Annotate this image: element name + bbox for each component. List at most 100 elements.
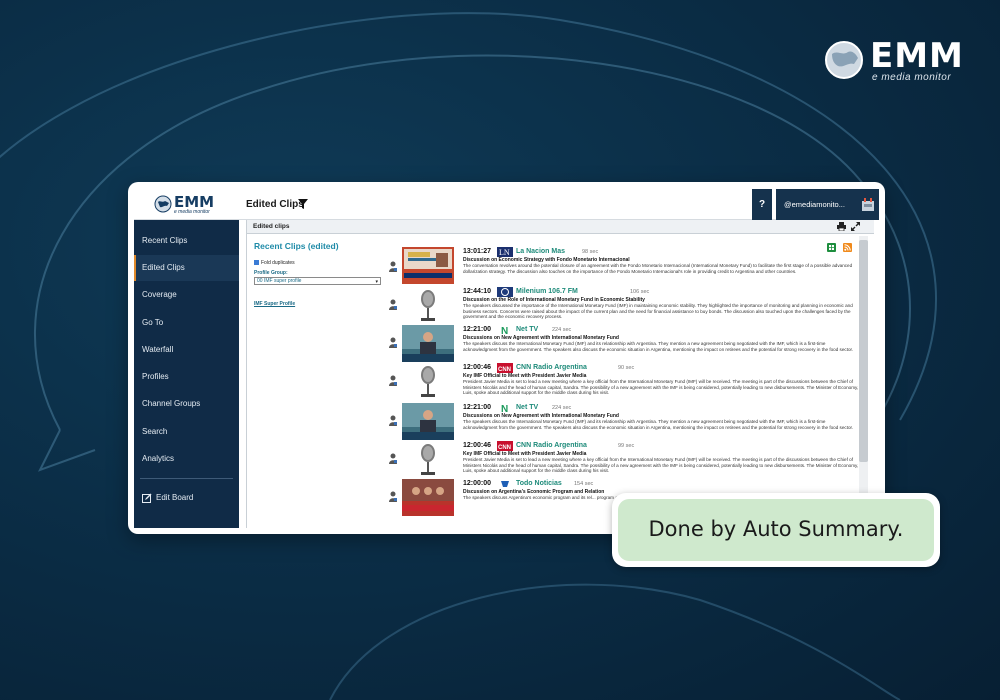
channel-logo-icon bbox=[497, 287, 513, 297]
brand-wordmark: EMM bbox=[870, 36, 964, 76]
sidebar-item-search[interactable]: Search bbox=[134, 419, 239, 445]
clip-row[interactable]: 13:01:27 LN La Nacion Mas 98 sec Discuss… bbox=[384, 247, 862, 287]
person-icon[interactable] bbox=[388, 375, 398, 386]
help-button[interactable]: ? bbox=[752, 189, 772, 220]
sidebar-item-waterfall[interactable]: Waterfall bbox=[134, 337, 239, 363]
clip-time: 12:21:00 bbox=[463, 326, 492, 333]
sidebar-item-channel-groups[interactable]: Channel Groups bbox=[134, 391, 239, 417]
profile-group-select[interactable]: 00 IMF super profile ▾ bbox=[254, 277, 381, 285]
page-title: Edited Clips bbox=[246, 199, 304, 210]
clip-thumbnail[interactable] bbox=[402, 247, 454, 284]
clip-summary: The speakers discussed the importance of… bbox=[463, 303, 853, 320]
channel-logo-icon: CNN bbox=[497, 441, 513, 451]
clip-thumbnail[interactable] bbox=[402, 325, 454, 362]
person-icon[interactable] bbox=[388, 299, 398, 310]
clip-row[interactable]: 12:21:00 N Net TV 224 sec Discussions on… bbox=[384, 325, 862, 365]
clip-duration: 98 sec bbox=[582, 249, 599, 255]
clip-thumbnail[interactable] bbox=[402, 479, 454, 516]
person-icon[interactable] bbox=[388, 453, 398, 464]
edited-clips-panel: Edited clips Recent Clips (edited) Fold … bbox=[246, 220, 874, 528]
globe-icon bbox=[154, 195, 172, 213]
panel-title: Edited clips bbox=[253, 223, 290, 230]
sidebar-divider bbox=[140, 478, 233, 479]
app-logo[interactable]: EMM e media monitor bbox=[154, 193, 218, 217]
person-icon[interactable] bbox=[388, 261, 398, 272]
sidebar-item-profiles[interactable]: Profiles bbox=[134, 364, 239, 390]
fold-duplicates-checkbox[interactable]: Fold duplicates bbox=[254, 260, 295, 266]
clip-channel[interactable]: Net TV bbox=[516, 404, 538, 411]
clip-summary: President Javier Media is set to lead a … bbox=[463, 379, 859, 396]
clip-duration: 224 sec bbox=[552, 405, 572, 411]
user-name: @emediamonito... bbox=[784, 200, 845, 209]
person-icon[interactable] bbox=[388, 491, 398, 502]
brand-logo: EMM e media monitor bbox=[824, 36, 964, 86]
user-avatar-icon bbox=[862, 198, 874, 211]
clip-row[interactable]: 12:00:46 CNN CNN Radio Argentina 99 sec … bbox=[384, 441, 862, 481]
channel-logo-icon: CNN bbox=[497, 363, 513, 373]
svg-text:N: N bbox=[501, 326, 508, 335]
print-icon[interactable] bbox=[837, 222, 846, 231]
clip-channel[interactable]: Net TV bbox=[516, 326, 538, 333]
clip-duration: 90 sec bbox=[618, 365, 635, 371]
filter-icon[interactable] bbox=[298, 199, 308, 209]
svg-text:LN: LN bbox=[499, 248, 510, 257]
edit-board-label: Edit Board bbox=[156, 493, 194, 502]
clip-time: 12:44:10 bbox=[463, 288, 492, 295]
edit-icon bbox=[142, 493, 152, 503]
clip-duration: 154 sec bbox=[574, 481, 594, 487]
channel-logo-icon: LN bbox=[497, 247, 513, 257]
profile-group-label: Profile Group: bbox=[254, 270, 288, 276]
app-window: EMM e media monitor Edited Clips ? @emed… bbox=[128, 182, 885, 534]
clip-time: 12:00:46 bbox=[463, 442, 492, 449]
channel-logo-icon: N bbox=[501, 325, 509, 335]
fold-duplicates-label: Fold duplicates bbox=[261, 260, 295, 266]
person-icon[interactable] bbox=[388, 337, 398, 348]
clip-row[interactable]: 12:00:46 CNN CNN Radio Argentina 90 sec … bbox=[384, 363, 862, 403]
clip-time: 12:00:46 bbox=[463, 364, 492, 371]
profile-group-value: 00 IMF super profile bbox=[257, 278, 302, 284]
sidebar-item-recent-clips[interactable]: Recent Clips bbox=[134, 228, 239, 254]
scrollbar-thumb[interactable] bbox=[859, 240, 868, 462]
clip-duration: 99 sec bbox=[618, 443, 635, 449]
clip-thumbnail[interactable] bbox=[402, 441, 454, 478]
profile-link[interactable]: IMF Super Profile bbox=[254, 301, 295, 307]
clip-channel[interactable]: CNN Radio Argentina bbox=[516, 364, 587, 371]
user-menu[interactable]: @emediamonito... bbox=[776, 189, 879, 220]
clip-summary: President Javier Media is set to lead a … bbox=[463, 457, 859, 474]
clip-channel[interactable]: CNN Radio Argentina bbox=[516, 442, 587, 449]
clip-thumbnail[interactable] bbox=[402, 287, 454, 324]
sidebar-item-analytics[interactable]: Analytics bbox=[134, 446, 239, 472]
top-bar: EMM e media monitor Edited Clips ? @emed… bbox=[134, 189, 879, 220]
clip-summary: The conversation revolves around the pot… bbox=[463, 263, 853, 274]
sidebar-item-edited-clips[interactable]: Edited Clips bbox=[134, 255, 239, 281]
clip-time: 12:21:00 bbox=[463, 404, 492, 411]
clip-channel[interactable]: Milenium 106.7 FM bbox=[516, 288, 578, 295]
section-title: Recent Clips (edited) bbox=[254, 241, 339, 251]
expand-icon[interactable] bbox=[851, 222, 860, 231]
caption-badge-fill: Done by Auto Summary. bbox=[618, 499, 934, 561]
edit-board-button[interactable]: Edit Board bbox=[134, 488, 239, 508]
clip-channel[interactable]: La Nacion Mas bbox=[516, 248, 565, 255]
clip-thumbnail[interactable] bbox=[402, 403, 454, 440]
brand-tagline: e media monitor bbox=[872, 72, 952, 83]
chevron-down-icon: ▾ bbox=[375, 279, 378, 285]
app-logo-sub: e media monitor bbox=[174, 209, 210, 215]
clip-thumbnail[interactable] bbox=[402, 363, 454, 400]
channel-logo-icon bbox=[500, 479, 510, 489]
clip-summary: The speakers discuss the International M… bbox=[463, 419, 854, 430]
caption-text: Done by Auto Summary. bbox=[648, 517, 904, 541]
globe-icon bbox=[825, 41, 863, 79]
caption-badge: Done by Auto Summary. bbox=[612, 493, 940, 567]
person-icon[interactable] bbox=[388, 415, 398, 426]
panel-header: Edited clips bbox=[247, 220, 874, 234]
channel-logo-icon: N bbox=[501, 403, 509, 413]
sidebar: Recent Clips Edited Clips Coverage Go To… bbox=[134, 220, 239, 528]
sidebar-item-coverage[interactable]: Coverage bbox=[134, 282, 239, 308]
clip-channel[interactable]: Todo Noticias bbox=[516, 480, 562, 487]
clip-row[interactable]: 12:44:10 Milenium 106.7 FM 106 sec Discu… bbox=[384, 287, 862, 327]
clip-duration: 106 sec bbox=[630, 289, 650, 295]
clip-row[interactable]: 12:21:00 N Net TV 224 sec Discussions on… bbox=[384, 403, 862, 443]
sidebar-item-go-to[interactable]: Go To bbox=[134, 310, 239, 336]
clip-duration: 224 sec bbox=[552, 327, 572, 333]
clip-summary: The speakers discuss the International M… bbox=[463, 341, 854, 352]
